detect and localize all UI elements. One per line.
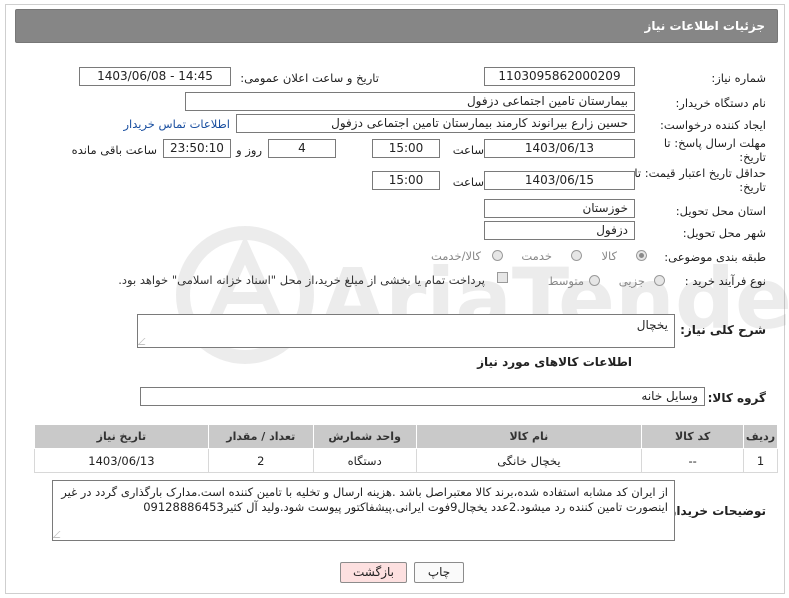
col-header-goods-code: کد کالا <box>641 424 745 449</box>
resize-handle <box>137 338 152 345</box>
cell-goods-code: -- <box>641 448 745 473</box>
cell-need-date: 1403/06/13 <box>34 448 209 473</box>
col-header-need-date: تاریخ نیاز <box>34 424 209 449</box>
goods-group-field: وسایل خانه <box>140 387 705 406</box>
deadline-label-2: تاریخ: <box>739 150 766 164</box>
deadline-label-1: مهلت ارسال پاسخ: تا <box>663 136 766 150</box>
process-label: نوع فرآیند خرید : <box>684 274 766 288</box>
cell-unit: دستگاه <box>312 448 417 473</box>
process-radio-medium[interactable] <box>589 275 600 286</box>
page-header: جزئیات اطلاعات نیاز <box>15 9 778 43</box>
buyer-org-label: نام دستگاه خریدار: <box>675 96 766 110</box>
goods-section-title: اطلاعات کالاهای مورد نیاز <box>477 355 632 369</box>
validity-time-field: 15:00 <box>372 171 440 190</box>
print-button[interactable]: چاپ <box>414 562 464 583</box>
process-option-minor: جزیی <box>618 274 645 288</box>
description-text: یخچال <box>636 318 668 332</box>
buyer-notes-text: از ایران کد مشابه استفاده شده،برند کالا … <box>61 485 668 514</box>
validity-label-2: تاریخ: <box>739 180 766 194</box>
need-number-label: شماره نیاز: <box>711 71 766 85</box>
treasury-checkbox[interactable] <box>497 272 508 283</box>
col-header-unit: واحد شمارش <box>312 424 417 449</box>
deadline-time-field: 15:00 <box>372 139 440 158</box>
days-label: روز و <box>236 143 262 157</box>
announce-field: 1403/06/08 - 14:45 <box>79 67 231 86</box>
page-title: جزئیات اطلاعات نیاز <box>644 19 765 33</box>
description-label: شرح کلی نیاز: <box>680 323 766 337</box>
category-option-goods-service: کالا/خدمت <box>430 249 481 263</box>
buyer-notes-label: توضیحات خریدار: <box>664 504 766 518</box>
goods-table: ردیف کد کالا نام کالا واحد شمارش تعداد /… <box>34 424 778 473</box>
category-radio-goods[interactable] <box>636 250 647 261</box>
category-option-service: خدمت <box>521 249 552 263</box>
back-button[interactable]: بازگشت <box>340 562 407 583</box>
deadline-date-field: 1403/06/13 <box>484 139 635 158</box>
cell-goods-name: یخچال خانگی <box>415 448 643 473</box>
remaining-time-field: 23:50:10 <box>163 139 231 158</box>
city-field: دزفول <box>484 221 635 240</box>
buyer-notes-textarea: از ایران کد مشابه استفاده شده،برند کالا … <box>52 480 675 541</box>
province-label: استان محل تحویل: <box>675 204 766 218</box>
validity-date-field: 1403/06/15 <box>484 171 635 190</box>
remaining-label: ساعت باقی مانده <box>71 143 157 157</box>
deadline-time-label: ساعت <box>452 143 484 157</box>
process-option-medium: متوسط <box>547 274 584 288</box>
creator-label: ایجاد کننده درخواست: <box>660 118 766 132</box>
validity-label-1: حداقل تاریخ اعتبار قیمت: تا <box>634 166 766 180</box>
goods-group-label: گروه کالا: <box>707 391 766 405</box>
category-radio-service[interactable] <box>571 250 582 261</box>
announce-label: تاریخ و ساعت اعلان عمومی: <box>240 71 379 85</box>
buyer-contact-link[interactable]: اطلاعات تماس خریدار <box>123 117 230 131</box>
category-radio-goods-service[interactable] <box>492 250 503 261</box>
col-header-quantity: تعداد / مقدار <box>207 424 314 449</box>
col-header-goods-name: نام کالا <box>415 424 643 449</box>
cell-quantity: 2 <box>207 448 314 473</box>
col-header-row-number: ردیف <box>743 424 778 449</box>
need-number-field: 1103095862000209 <box>484 67 635 86</box>
province-field: خوزستان <box>484 199 635 218</box>
process-radio-minor[interactable] <box>654 275 665 286</box>
description-textarea: یخچال <box>137 314 675 348</box>
validity-time-label: ساعت <box>452 175 484 189</box>
category-option-goods: کالا <box>601 249 617 263</box>
city-label: شهر محل تحویل: <box>682 226 766 240</box>
table-header-row: ردیف کد کالا نام کالا واحد شمارش تعداد /… <box>34 424 778 449</box>
creator-field: حسین زارع بیرانوند کارمند بیمارستان تامی… <box>236 114 635 133</box>
cell-row-number: 1 <box>743 448 778 473</box>
buyer-org-field: بیمارستان تامین اجتماعی دزفول <box>185 92 635 111</box>
category-label: طبقه بندی موضوعی: <box>664 250 766 264</box>
payment-note: پرداخت تمام یا بخشی از مبلغ خرید،از محل … <box>118 273 485 287</box>
table-row: 1 -- یخچال خانگی دستگاه 2 1403/06/13 <box>34 448 778 473</box>
days-field: 4 <box>268 139 336 158</box>
resize-handle <box>52 531 67 538</box>
